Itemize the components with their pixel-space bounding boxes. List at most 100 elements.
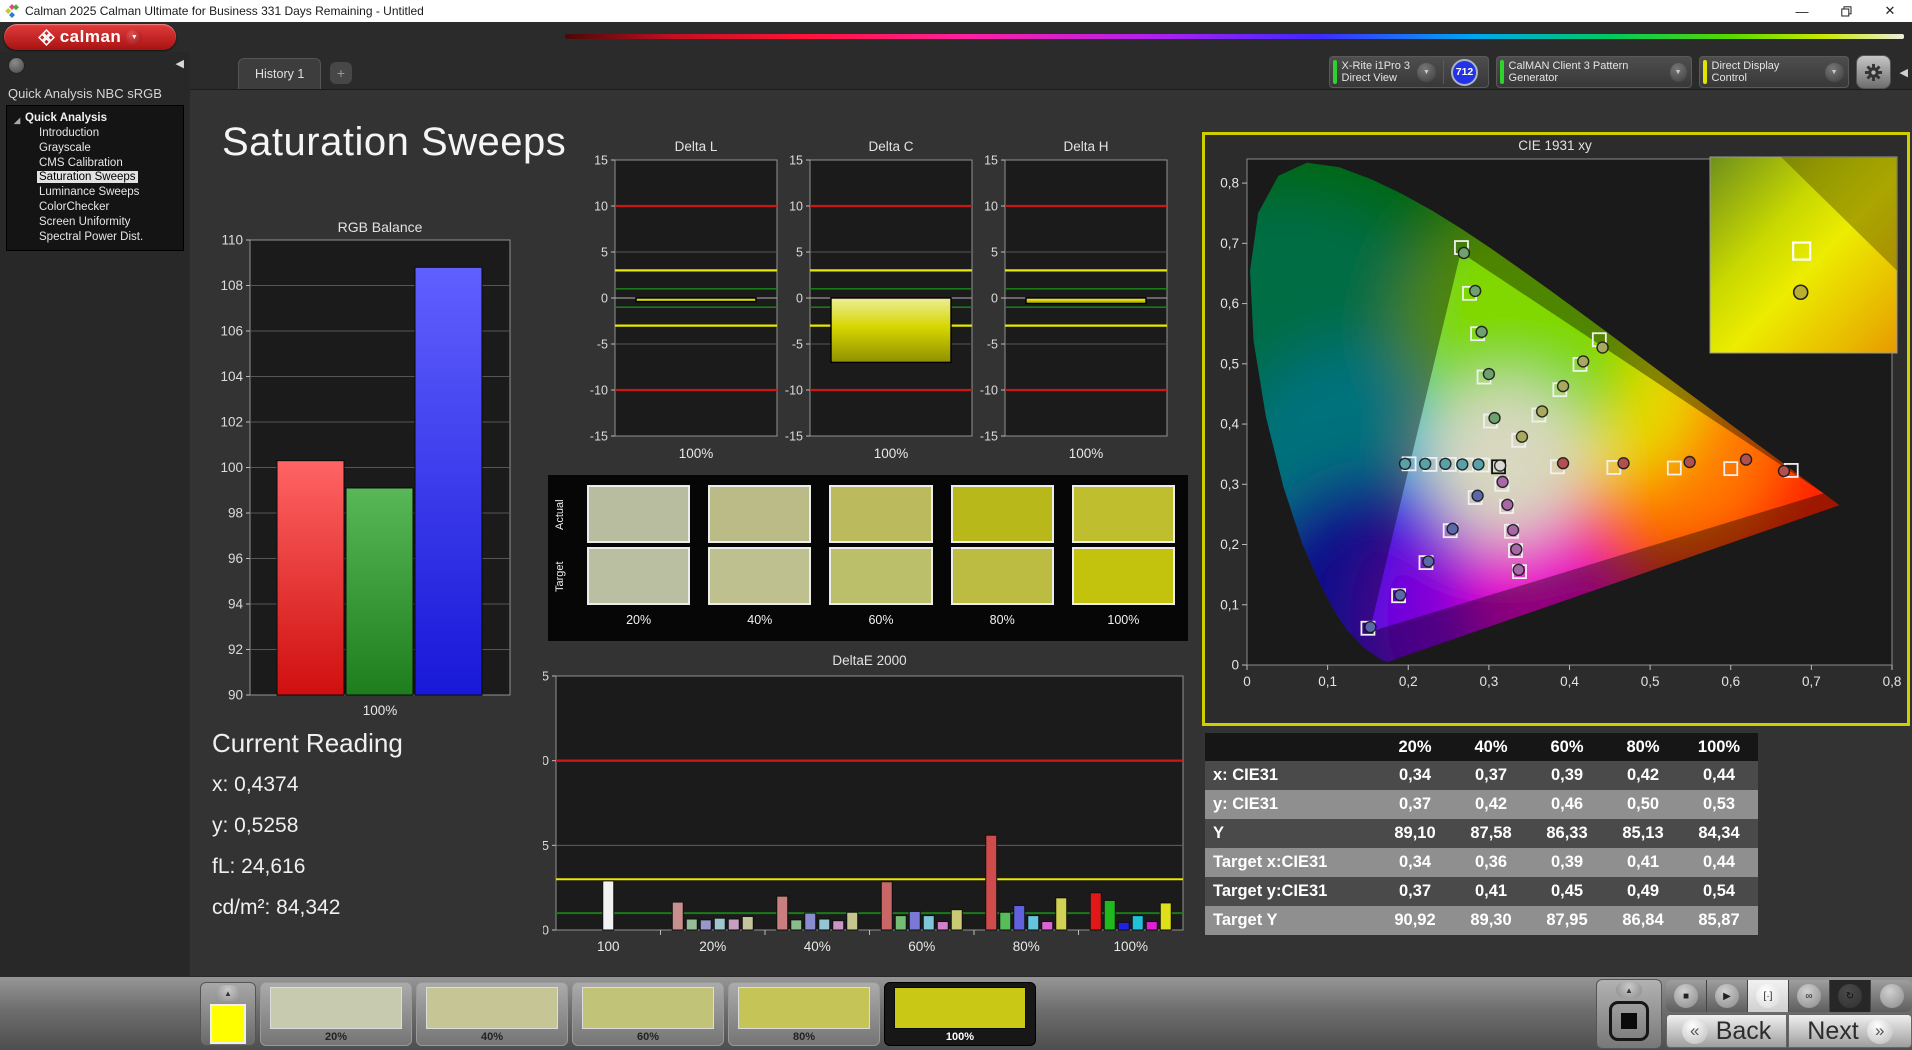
svg-text:-5: -5 xyxy=(987,338,998,352)
tree-root-quick-analysis[interactable]: ◢ Quick Analysis xyxy=(7,111,183,126)
swatch-color xyxy=(829,485,933,543)
stop-button[interactable]: ■ xyxy=(1666,980,1707,1012)
up-arrow-icon[interactable]: ▲ xyxy=(1616,982,1642,998)
pattern-thumbnail-100%[interactable]: 100% xyxy=(884,982,1036,1046)
svg-text:0: 0 xyxy=(796,292,803,306)
up-arrow-icon[interactable]: ▲ xyxy=(215,985,241,1001)
sidebar-collapse-icon[interactable]: ◀ xyxy=(176,57,184,70)
current-reading-title: Current Reading xyxy=(212,728,403,758)
svg-text:Delta H: Delta H xyxy=(1063,139,1108,154)
stop-icon: ■ xyxy=(1674,984,1698,1008)
gear-icon xyxy=(1864,63,1882,81)
chevron-down-icon[interactable]: ▼ xyxy=(1417,62,1437,82)
title-bar: Calman 2025 Calman Ultimate for Business… xyxy=(0,0,1912,22)
current-reading-panel: Current Reading x: 0,4374 y: 0,5258 fL: … xyxy=(212,728,403,937)
calman-menu-button[interactable]: calman ▼ xyxy=(4,24,176,50)
swatch-color xyxy=(950,547,1054,605)
target-swatch-20% xyxy=(582,546,695,608)
pattern-thumbnail-60%[interactable]: 60% xyxy=(572,982,724,1046)
stop-pattern-button[interactable] xyxy=(1609,1001,1649,1041)
add-tab-button[interactable]: + xyxy=(330,62,352,84)
tree-item-spectral-power-dist-[interactable]: Spectral Power Dist. xyxy=(7,230,183,245)
swatch-column-label: 40% xyxy=(747,613,773,627)
delta-h-chart: Delta H -15 -10 -5 0 5 10 15 100% xyxy=(980,139,1168,461)
actual-swatch-20% xyxy=(582,484,695,546)
delta-c-chart: Delta C -15 -10 -5 0 5 10 15 100% xyxy=(785,139,973,461)
infinity-icon: ∞ xyxy=(1797,984,1821,1008)
close-icon[interactable]: ✕ xyxy=(1868,0,1912,22)
tree-item-luminance-sweeps[interactable]: Luminance Sweeps xyxy=(7,185,183,200)
tree-item-cms-calibration[interactable]: CMS Calibration xyxy=(7,156,183,171)
svg-text:0,5: 0,5 xyxy=(1641,674,1660,689)
chevron-down-icon[interactable]: ▼ xyxy=(1669,62,1687,82)
display-control-dropdown[interactable]: Direct Display Control ▼ xyxy=(1698,56,1849,88)
tree-item-colorchecker[interactable]: ColorChecker xyxy=(7,200,183,215)
play-icon: ▶ xyxy=(1715,984,1739,1008)
svg-text:0,3: 0,3 xyxy=(1220,477,1239,492)
svg-text:0,1: 0,1 xyxy=(1220,597,1239,612)
bracket-icon: [·] xyxy=(1756,984,1780,1008)
pattern-thumbnail-20%[interactable]: 20% xyxy=(260,982,412,1046)
minimize-icon[interactable]: — xyxy=(1780,0,1824,22)
calman-app-window: Calman 2025 Calman Ultimate for Business… xyxy=(0,0,1912,1050)
tab-history-1[interactable]: History 1 xyxy=(238,58,322,89)
target-row-label: Target xyxy=(554,561,566,593)
table-row: Y 89,10 87,58 86,33 85,13 84,34 xyxy=(1205,819,1758,848)
workflow-tree: ◢ Quick Analysis Introduction Grayscale CM… xyxy=(6,105,184,252)
meter-dropdown[interactable]: X-Rite i1Pro 3 Direct View ▼ 712 xyxy=(1328,56,1489,88)
pattern-thumbnail-80%[interactable]: 80% xyxy=(728,982,880,1046)
svg-text:0,3: 0,3 xyxy=(1479,674,1498,689)
refresh-button[interactable]: ↻ xyxy=(1830,980,1871,1012)
bracket-button[interactable]: [·] xyxy=(1748,980,1789,1012)
svg-text:Delta L: Delta L xyxy=(675,139,718,154)
svg-text:15: 15 xyxy=(789,154,803,168)
collapse-panel-icon[interactable]: ◀ xyxy=(1898,66,1910,79)
svg-text:0,6: 0,6 xyxy=(1220,296,1239,311)
chevron-down-icon[interactable]: ▼ xyxy=(1824,62,1844,82)
svg-text:-10: -10 xyxy=(785,384,803,398)
table-row: Target y:CIE31 0,37 0,41 0,45 0,49 0,54 xyxy=(1205,877,1758,906)
reading-x: x: 0,4374 xyxy=(212,773,299,796)
svg-text:0,2: 0,2 xyxy=(1220,537,1239,552)
svg-text:Delta C: Delta C xyxy=(868,139,913,154)
back-button[interactable]: « Back xyxy=(1666,1014,1787,1048)
logo-bar: calman ▼ xyxy=(0,22,1912,52)
pattern-preview-swatch[interactable] xyxy=(210,1004,246,1044)
pattern-bar: ▲ 20% 40% 60% 80% 100% ▲ ■ ▶ [·] ∞ ↻ « Back Next… xyxy=(0,976,1912,1050)
chevron-double-left-icon: « xyxy=(1681,1018,1708,1044)
svg-text:CIE 1931 xy: CIE 1931 xy xyxy=(1518,138,1592,153)
tree-item-screen-uniformity[interactable]: Screen Uniformity xyxy=(7,215,183,230)
svg-text:10: 10 xyxy=(789,200,803,214)
play-button[interactable]: ▶ xyxy=(1707,980,1748,1012)
chevron-down-icon[interactable]: ▼ xyxy=(126,29,143,45)
sidebar-menu-button[interactable] xyxy=(8,57,25,74)
tree-item-grayscale[interactable]: Grayscale xyxy=(7,141,183,156)
table-row: Target Y 90,92 89,30 87,95 86,84 85,87 xyxy=(1205,906,1758,935)
svg-text:0,4: 0,4 xyxy=(1220,417,1239,432)
svg-text:100%: 100% xyxy=(1113,939,1148,954)
next-button[interactable]: Next » xyxy=(1788,1014,1912,1048)
svg-text:0,4: 0,4 xyxy=(1560,674,1579,689)
svg-text:0,8: 0,8 xyxy=(1220,176,1239,191)
measurement-controls: ■ ▶ [·] ∞ ↻ xyxy=(1666,980,1912,1012)
swatch-color xyxy=(708,547,812,605)
svg-text:0,2: 0,2 xyxy=(1399,674,1418,689)
svg-text:20%: 20% xyxy=(699,939,726,954)
svg-text:100%: 100% xyxy=(363,703,398,718)
pattern-thumbnail-40%[interactable]: 40% xyxy=(416,982,568,1046)
table-row: x: CIE31 0,34 0,37 0,39 0,42 0,44 xyxy=(1205,761,1758,790)
record-button[interactable] xyxy=(1871,980,1912,1012)
swatch-column-label: 60% xyxy=(868,613,894,627)
infinity-button[interactable]: ∞ xyxy=(1789,980,1830,1012)
tree-expand-icon[interactable]: ◢ xyxy=(14,113,20,128)
svg-text:96: 96 xyxy=(228,551,243,566)
pattern-preview-panel: ▲ xyxy=(200,982,256,1046)
pattern-generator-dropdown[interactable]: CalMAN Client 3 Pattern Generator ▼ xyxy=(1495,56,1692,88)
restore-icon[interactable] xyxy=(1824,0,1868,22)
workflow-title: Quick Analysis NBC sRGB xyxy=(8,86,162,101)
svg-text:0,8: 0,8 xyxy=(1883,674,1902,689)
svg-text:-10: -10 xyxy=(590,384,608,398)
settings-gear-button[interactable] xyxy=(1855,55,1891,89)
tree-item-saturation-sweeps[interactable]: Saturation Sweeps xyxy=(7,170,183,185)
tree-item-introduction[interactable]: Introduction xyxy=(7,126,183,141)
